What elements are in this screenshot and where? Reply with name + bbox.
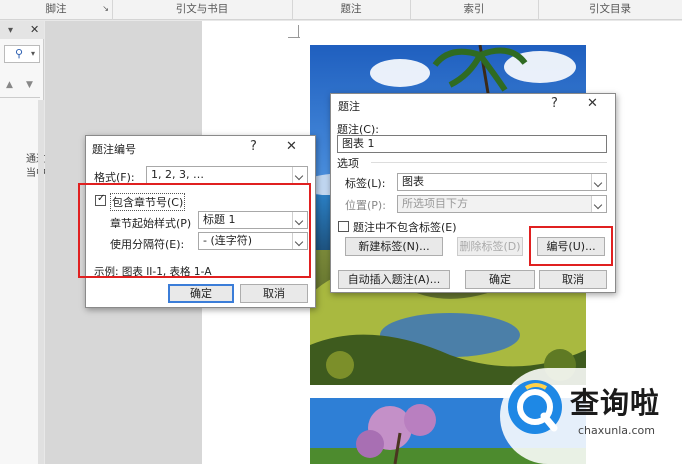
help-button[interactable]: ? bbox=[250, 139, 257, 154]
exclude-label-text: 题注中不包含标签(E) bbox=[353, 221, 457, 234]
label-select[interactable]: 图表 bbox=[397, 173, 607, 191]
caption-input-value: 图表 1 bbox=[342, 137, 375, 150]
dropdown-icon[interactable]: ▾ bbox=[8, 25, 13, 36]
ribbon-group-label: 题注 bbox=[340, 3, 362, 15]
chevron-down-icon[interactable] bbox=[591, 174, 606, 190]
ribbon-group-index[interactable]: 索引 bbox=[410, 0, 539, 20]
scroll-down-icon[interactable]: ▼ bbox=[26, 80, 33, 90]
ribbon-group-label: 索引 bbox=[463, 3, 485, 15]
nav-scrollbar[interactable] bbox=[38, 100, 44, 464]
margin-mark bbox=[298, 25, 299, 38]
close-icon[interactable]: ✕ bbox=[30, 23, 39, 36]
divider bbox=[0, 97, 40, 98]
logo-url: chaxunla.com bbox=[578, 424, 655, 437]
chevron-down-icon[interactable]: ▾ bbox=[31, 49, 35, 58]
position-select-value: 所选项目下方 bbox=[402, 197, 468, 210]
format-select-value: 1, 2, 3, … bbox=[151, 168, 204, 181]
position-select[interactable]: 所选项目下方 bbox=[397, 195, 607, 213]
new-label-button[interactable]: 新建标签(N)... bbox=[345, 237, 443, 256]
exclude-label-checkbox[interactable] bbox=[338, 221, 349, 232]
cancel-button[interactable]: 取消 bbox=[539, 270, 607, 289]
close-button[interactable]: ✕ bbox=[587, 96, 598, 111]
chevron-down-icon[interactable] bbox=[591, 196, 606, 212]
label-field-label: 标签(L): bbox=[345, 177, 386, 190]
format-select[interactable]: 1, 2, 3, … bbox=[146, 166, 308, 184]
ribbon-group-citations[interactable]: 引文与书目 bbox=[112, 0, 293, 20]
ribbon-group-footnotes[interactable]: 脚注 ↘ bbox=[0, 0, 113, 20]
watermark-logo: 查询啦 chaxunla.com bbox=[500, 368, 682, 464]
highlight-box-chapter bbox=[78, 183, 311, 278]
search-input[interactable]: ⚲ ▾ bbox=[4, 45, 40, 63]
dialog-launcher-icon[interactable]: ↘ bbox=[102, 0, 109, 18]
ribbon-group-toa[interactable]: 引文目录 bbox=[538, 0, 682, 20]
ribbon-group-label: 脚注 bbox=[45, 3, 67, 15]
ok-button[interactable]: 确定 bbox=[168, 284, 234, 303]
search-icon: ⚲ bbox=[15, 47, 24, 60]
ribbon-group-bar: 脚注 ↘ 引文与书目 题注 索引 引文目录 bbox=[0, 0, 682, 20]
dialog-title: 题注 bbox=[338, 100, 360, 113]
delete-label-button[interactable]: 删除标签(D) bbox=[457, 237, 523, 256]
navigation-pane-header: ▾ ✕ bbox=[0, 21, 44, 39]
highlight-box-numbering bbox=[529, 226, 613, 266]
divider bbox=[371, 162, 607, 163]
dialog-title: 题注编号 bbox=[92, 143, 136, 156]
help-button[interactable]: ? bbox=[551, 96, 558, 111]
scroll-up-icon[interactable]: ▲ bbox=[6, 80, 13, 90]
close-button[interactable]: ✕ bbox=[286, 139, 297, 154]
ribbon-group-label: 引文与书目 bbox=[175, 3, 229, 15]
options-label: 选项 bbox=[337, 157, 359, 170]
logo-text: 查询啦 bbox=[570, 386, 661, 420]
ribbon-group-label: 引文目录 bbox=[589, 3, 631, 15]
chevron-down-icon[interactable] bbox=[292, 167, 307, 183]
label-select-value: 图表 bbox=[402, 175, 424, 188]
ok-button[interactable]: 确定 bbox=[465, 270, 535, 289]
autocaption-button[interactable]: 自动插入题注(A)... bbox=[338, 270, 450, 289]
position-field-label: 位置(P): bbox=[345, 199, 386, 212]
cancel-button[interactable]: 取消 bbox=[240, 284, 308, 303]
logo-icon bbox=[508, 380, 562, 434]
ribbon-group-captions[interactable]: 题注 bbox=[292, 0, 411, 20]
caption-input[interactable]: 图表 1 bbox=[337, 135, 607, 153]
